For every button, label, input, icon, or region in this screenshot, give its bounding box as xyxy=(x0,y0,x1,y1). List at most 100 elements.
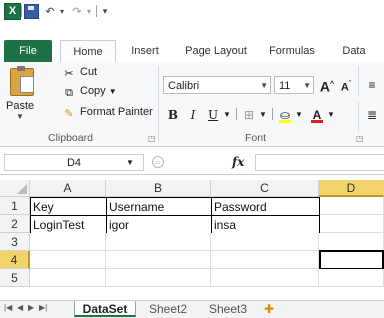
title-bar: X ↶ ▾ ↷ ▾ ▾ xyxy=(0,0,384,22)
redo-dropdown-icon[interactable]: ▾ xyxy=(85,3,93,19)
fill-color-button[interactable]: ⛀ xyxy=(276,106,294,124)
tab-file[interactable]: File xyxy=(4,40,52,62)
cell-d4-active[interactable] xyxy=(319,250,384,270)
tab-insert[interactable]: Insert xyxy=(120,42,170,60)
select-all-icon xyxy=(17,184,27,194)
cell-b2[interactable]: igor xyxy=(106,215,212,234)
column-header-d[interactable]: D xyxy=(319,180,384,197)
italic-button[interactable]: I xyxy=(184,106,202,124)
paste-label: Paste xyxy=(6,100,35,112)
borders-dropdown-icon[interactable]: ▼ xyxy=(258,106,268,124)
fill-color-dropdown-icon[interactable]: ▼ xyxy=(294,106,304,124)
excel-app-icon[interactable]: X xyxy=(4,3,21,20)
align-icon[interactable]: ≡ xyxy=(364,76,380,94)
cell-b4[interactable] xyxy=(106,251,211,269)
cell-a5[interactable] xyxy=(30,269,106,287)
font-color-dropdown-icon[interactable]: ▼ xyxy=(326,106,336,124)
cell-a4[interactable] xyxy=(30,251,106,269)
insert-sheet-icon[interactable]: ✚ xyxy=(258,301,280,317)
formula-bar: D4 ▼ = fx xyxy=(0,150,384,175)
paintbrush-icon: ✎ xyxy=(64,108,74,120)
cell-d5[interactable] xyxy=(319,269,384,287)
group-divider xyxy=(358,66,359,96)
copy-button[interactable]: ⧉ Copy ▼ xyxy=(62,83,117,99)
format-painter-label: Format Painter xyxy=(80,106,153,118)
cell-b5[interactable] xyxy=(106,269,211,287)
save-icon[interactable] xyxy=(24,4,39,19)
chevron-down-icon: ▼ xyxy=(260,81,268,90)
row-header-1[interactable]: 1 xyxy=(0,197,30,215)
chevron-down-icon: ▼ xyxy=(16,112,24,121)
prev-sheet-icon[interactable]: ◀ xyxy=(17,303,23,312)
tab-data[interactable]: Data xyxy=(334,42,374,60)
first-sheet-icon[interactable]: |◀ xyxy=(4,303,12,312)
cut-label: Cut xyxy=(80,66,98,78)
cell-b1[interactable]: Username xyxy=(106,197,212,216)
chevron-down-icon[interactable]: ▼ xyxy=(126,158,134,167)
cell-d2[interactable] xyxy=(320,215,384,233)
font-family-select[interactable]: Calibri ▼ xyxy=(163,76,271,94)
name-box[interactable]: D4 xyxy=(4,154,144,171)
ribbon-home: Paste ▼ ✂ Cut ⧉ Copy ▼ ✎ Format Painter Clip… xyxy=(0,62,384,147)
select-all-corner[interactable] xyxy=(0,180,30,197)
font-divider xyxy=(272,108,273,120)
bold-button[interactable]: B xyxy=(164,106,182,124)
tab-home[interactable]: Home xyxy=(60,40,116,62)
undo-dropdown-icon[interactable]: ▾ xyxy=(58,3,66,19)
font-color-swatch xyxy=(311,120,323,123)
grow-font-button[interactable]: A^ xyxy=(318,76,336,95)
paste-sheet-icon xyxy=(20,76,34,93)
qa-divider xyxy=(21,5,22,17)
clipboard-group-label: Clipboard xyxy=(48,132,93,144)
row-header-2[interactable]: 2 xyxy=(0,215,30,233)
cell-c5[interactable] xyxy=(211,269,319,287)
sheet-tab-sheet2[interactable]: Sheet2 xyxy=(140,301,196,317)
format-painter-button[interactable]: ✎ Format Painter xyxy=(62,104,153,120)
column-header-c[interactable]: C xyxy=(211,180,319,197)
row-header-3[interactable]: 3 xyxy=(0,233,30,251)
column-header-a[interactable]: A xyxy=(30,180,106,197)
sheet-tab-bar: |◀ ◀ ▶ ▶| DataSet Sheet2 Sheet3 ✚ xyxy=(0,300,384,318)
redo-icon[interactable]: ↷ xyxy=(70,3,84,19)
cell-c3[interactable] xyxy=(211,233,319,251)
cell-d1[interactable] xyxy=(320,197,384,215)
borders-icon[interactable]: ⊞ xyxy=(240,106,258,124)
insert-function-icon[interactable]: fx xyxy=(232,155,244,169)
next-sheet-icon[interactable]: ▶ xyxy=(28,303,34,312)
cell-d3[interactable] xyxy=(319,233,384,251)
customize-quick-access-icon[interactable]: ▾ xyxy=(100,3,110,19)
sheet-tab-sheet3[interactable]: Sheet3 xyxy=(200,301,256,317)
chevron-down-icon: ▼ xyxy=(108,87,117,96)
align-left-icon[interactable]: ≣ xyxy=(364,106,380,124)
font-color-button[interactable]: A xyxy=(308,106,326,124)
cut-button[interactable]: ✂ Cut xyxy=(62,64,97,80)
font-group-label: Font xyxy=(245,132,267,144)
undo-icon[interactable]: ↶ xyxy=(43,3,57,19)
scissors-icon: ✂ xyxy=(64,68,74,80)
grow-font-icon: A xyxy=(319,78,331,95)
underline-dropdown-icon[interactable]: ▼ xyxy=(222,106,232,124)
sheet-tab-dataset[interactable]: DataSet xyxy=(74,301,136,317)
formula-bar-expand-icon[interactable]: = xyxy=(152,156,164,168)
column-header-b[interactable]: B xyxy=(106,180,211,197)
cell-a1[interactable]: Key xyxy=(30,197,107,216)
cell-c1[interactable]: Password xyxy=(211,197,320,216)
tab-page-layout[interactable]: Page Layout xyxy=(172,42,260,60)
formula-input[interactable] xyxy=(255,154,384,171)
shrink-font-button[interactable]: Aˇ xyxy=(338,76,354,94)
underline-button[interactable]: U xyxy=(204,106,222,124)
cell-b3[interactable] xyxy=(106,233,211,251)
last-sheet-icon[interactable]: ▶| xyxy=(39,303,47,312)
font-size-select[interactable]: 11 ▼ xyxy=(274,76,314,94)
tab-formulas[interactable]: Formulas xyxy=(260,42,324,60)
group-divider xyxy=(158,66,159,142)
cell-a2[interactable]: LoginTest xyxy=(30,215,107,234)
cell-a3[interactable] xyxy=(30,233,106,251)
cell-c4[interactable] xyxy=(211,251,319,269)
cell-c2[interactable]: insa xyxy=(211,215,320,234)
row-header-5[interactable]: 5 xyxy=(0,269,30,287)
font-launcher-icon[interactable]: ◳ xyxy=(356,134,364,143)
title-spacer xyxy=(0,22,384,38)
row-header-4[interactable]: 4 xyxy=(0,251,30,269)
clipboard-launcher-icon[interactable]: ◳ xyxy=(148,134,156,143)
